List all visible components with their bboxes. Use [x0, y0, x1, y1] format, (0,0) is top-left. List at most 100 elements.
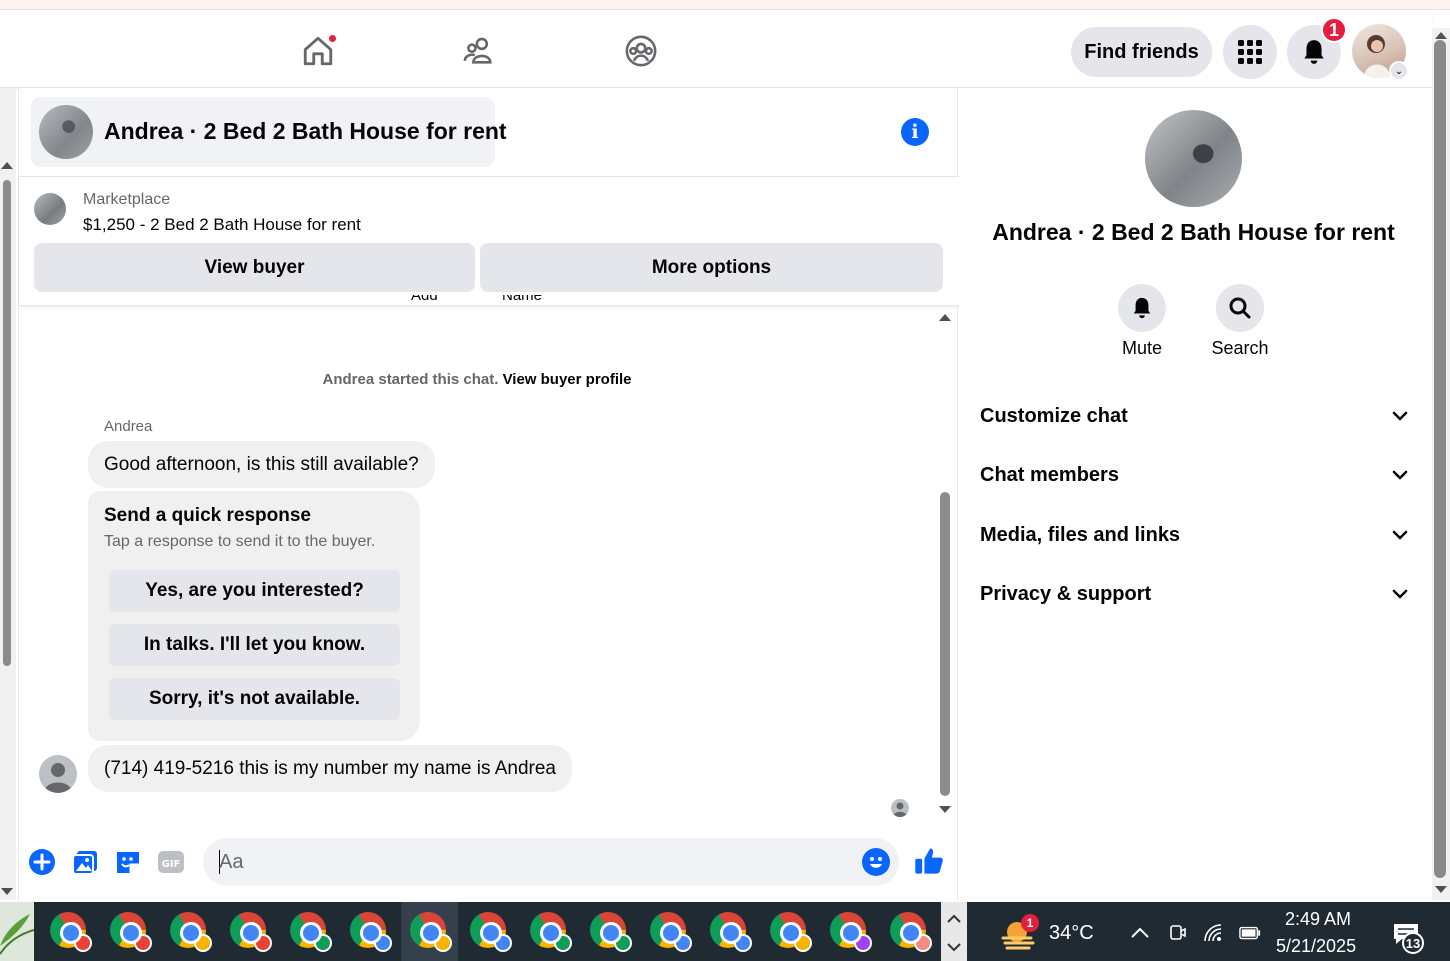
messages-scrollbar[interactable]	[937, 310, 955, 822]
taskbar-scroll-arrows-icon	[947, 914, 961, 952]
chrome-icon	[50, 912, 92, 952]
mute-action[interactable]: Mute	[1102, 284, 1182, 359]
marketplace-card: Marketplace $1,250 - 2 Bed 2 Bath House …	[19, 176, 959, 306]
scroll-down-arrow-icon[interactable]	[1, 888, 13, 895]
section-customize-chat[interactable]: Customize chat	[980, 396, 1408, 436]
message-composer[interactable]	[203, 838, 899, 886]
thumbs-up-icon[interactable]	[913, 845, 945, 877]
chrome-icon	[830, 912, 872, 952]
view-buyer-profile-link[interactable]: View buyer profile	[503, 371, 632, 388]
chrome-profile-icon[interactable]	[710, 912, 752, 952]
chrome-profile-icon[interactable]	[410, 912, 452, 952]
groups-icon[interactable]	[621, 31, 661, 71]
chrome-profile-icon[interactable]	[350, 912, 392, 952]
chrome-profile-icon[interactable]	[470, 912, 512, 952]
listing-title[interactable]: $1,250 - 2 Bed 2 Bath House for rent	[83, 215, 361, 235]
section-label: Customize chat	[980, 404, 1128, 427]
chrome-profile-icon[interactable]	[50, 912, 92, 952]
account-chevron-icon[interactable]: ⌄	[1389, 61, 1409, 81]
scroll-up-arrow-icon[interactable]	[1, 162, 13, 169]
taskbar-scroller[interactable]	[941, 902, 967, 961]
photo-icon[interactable]	[71, 848, 99, 876]
search-label: Search	[1211, 338, 1269, 358]
notification-center-icon[interactable]: 13	[1390, 918, 1424, 954]
chat-header[interactable]: Andrea · 2 Bed 2 Bath House for rent	[31, 97, 507, 167]
system-tray: 1 34°C 2:49 AM 5/21/2025 13	[967, 902, 1450, 961]
browser-scrollbar[interactable]	[1432, 28, 1450, 900]
quick-response-option[interactable]: In talks. I'll let you know.	[109, 624, 400, 666]
chrome-profile-icon[interactable]	[230, 912, 272, 952]
message-bubble[interactable]: Good afternoon, is this still available?	[88, 441, 435, 488]
profile-badge-icon	[674, 934, 692, 952]
info-icon[interactable]: i	[901, 118, 929, 146]
quick-response-option[interactable]: Yes, are you interested?	[109, 570, 400, 612]
chrome-icon	[530, 912, 572, 952]
sender-name: Andrea	[104, 418, 153, 435]
emoji-icon[interactable]	[862, 848, 890, 876]
section-chat-members[interactable]: Chat members	[980, 455, 1408, 495]
search-action[interactable]: Search	[1200, 284, 1280, 359]
chevron-down-icon	[1392, 530, 1408, 540]
profile-badge-icon	[794, 934, 812, 952]
chrome-profile-icon[interactable]	[110, 912, 152, 952]
browser-scrollbar-thumb[interactable]	[1434, 40, 1446, 878]
plus-icon[interactable]	[28, 848, 56, 876]
profile-badge-icon	[194, 934, 212, 952]
clock-date[interactable]: 5/21/2025	[1276, 936, 1356, 957]
chat-started-notice: Andrea started this chat. View buyer pro…	[19, 371, 935, 388]
chrome-profile-icon[interactable]	[650, 912, 692, 952]
gif-icon[interactable]: GIF	[157, 848, 185, 876]
quick-response-option[interactable]: Sorry, it's not available.	[109, 678, 400, 720]
page-scrollbar-thumb[interactable]	[3, 180, 11, 666]
weather-icon[interactable]: 1	[1001, 914, 1039, 950]
sender-avatar[interactable]	[39, 755, 77, 793]
messages-scroll-down-icon[interactable]	[939, 806, 951, 813]
chrome-icon	[650, 912, 692, 952]
chrome-icon	[770, 912, 812, 952]
browser-strip	[0, 0, 1450, 10]
messages-scroll-up-icon[interactable]	[939, 314, 951, 321]
chrome-icon	[230, 912, 272, 952]
section-privacy-support[interactable]: Privacy & support	[980, 574, 1408, 614]
bell-icon	[1304, 40, 1324, 64]
sticker-icon[interactable]	[114, 848, 142, 876]
notification-count-badge: 1	[1321, 17, 1347, 43]
profile-badge-icon	[614, 934, 632, 952]
battery-icon[interactable]	[1239, 922, 1261, 944]
chrome-icon	[470, 912, 512, 952]
view-buyer-button[interactable]: View buyer	[34, 243, 475, 292]
default-user-icon	[44, 763, 72, 793]
menu-grid-button[interactable]	[1223, 25, 1277, 79]
chrome-profile-icon[interactable]	[170, 912, 212, 952]
chrome-profile-icon[interactable]	[530, 912, 572, 952]
chevron-up-icon[interactable]	[1129, 922, 1151, 944]
chrome-profile-icon[interactable]	[830, 912, 872, 952]
chat-started-text: Andrea started this chat.	[322, 371, 499, 388]
notifications-button[interactable]: 1	[1287, 17, 1347, 79]
home-icon[interactable]	[298, 31, 338, 71]
mute-button[interactable]	[1118, 284, 1166, 332]
meet-now-icon[interactable]	[1166, 922, 1188, 944]
wifi-icon[interactable]	[1203, 922, 1225, 944]
chrome-profile-icon[interactable]	[290, 912, 332, 952]
chrome-profile-icon[interactable]	[590, 912, 632, 952]
chrome-profile-icon[interactable]	[770, 912, 812, 952]
friends-icon[interactable]	[459, 31, 499, 71]
page-scrollbar[interactable]	[0, 88, 16, 900]
browser-scroll-down-icon[interactable]	[1435, 886, 1447, 893]
chrome-profile-icon[interactable]	[890, 912, 932, 952]
section-media-files-links[interactable]: Media, files and links	[980, 515, 1408, 555]
top-navigation-bar: Find friends 1 ⌄	[0, 11, 1432, 88]
find-friends-button[interactable]: Find friends	[1071, 27, 1212, 77]
start-leaf-icon[interactable]	[0, 902, 35, 961]
search-button[interactable]	[1216, 284, 1264, 332]
clock-time[interactable]: 2:49 AM	[1285, 909, 1351, 930]
more-options-button[interactable]: More options	[480, 243, 943, 292]
browser-scroll-up-icon[interactable]	[1435, 32, 1447, 39]
chat-avatar	[39, 105, 93, 159]
messages-scrollbar-thumb[interactable]	[940, 492, 950, 796]
message-bubble[interactable]: (714) 419-5216 this is my number my name…	[88, 745, 572, 792]
app-window: Find friends 1 ⌄ Andrea · 2 Bed 2 Bath H…	[0, 0, 1450, 961]
message-input[interactable]	[219, 844, 839, 880]
chat-title: Andrea · 2 Bed 2 Bath House for rent	[104, 118, 507, 144]
